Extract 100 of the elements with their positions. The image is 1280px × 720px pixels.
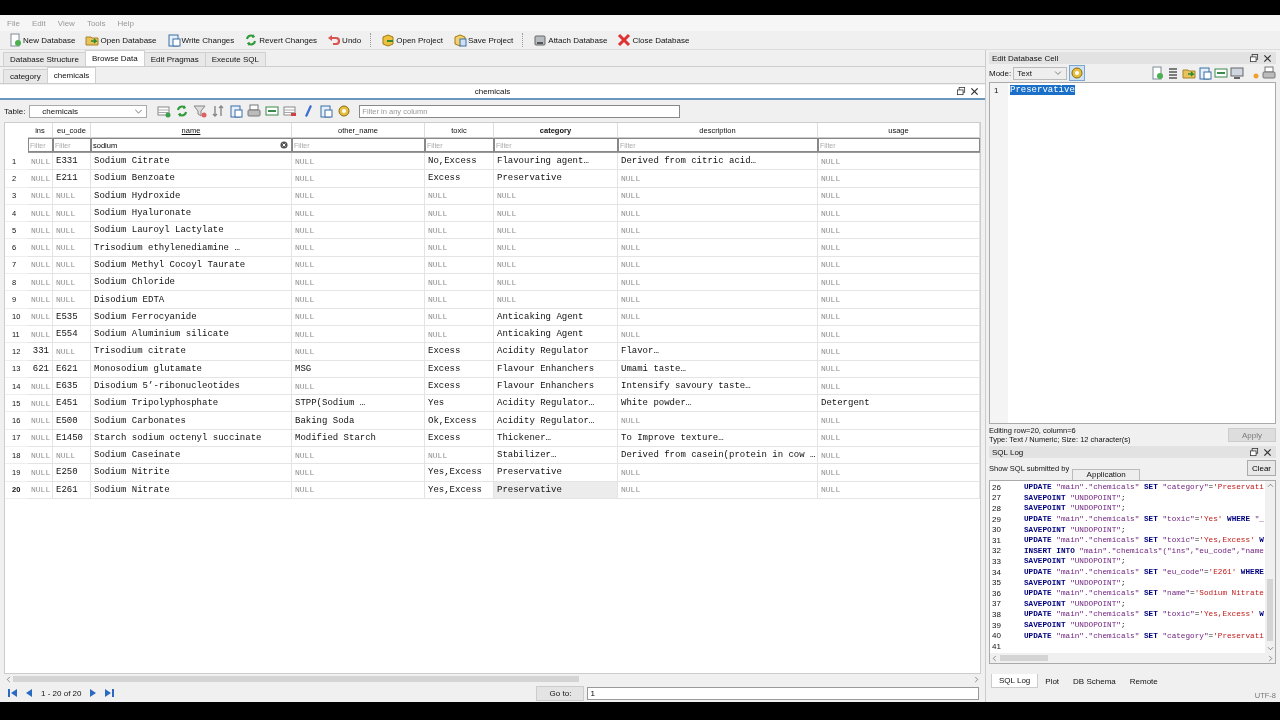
tab[interactable]: Edit Pragmas xyxy=(143,52,206,66)
toolbar-button[interactable]: Open Database xyxy=(81,33,161,47)
table-cell: NULL xyxy=(618,291,818,309)
table-cell: Excess xyxy=(425,360,494,378)
table-cell: NULL xyxy=(28,429,53,448)
table-cell: NULL xyxy=(28,187,53,205)
document-icon[interactable] xyxy=(229,104,244,118)
table-cell: Starch sodium octenyl succinate xyxy=(91,429,292,448)
table-cell: NULL xyxy=(28,170,53,188)
table-cell: Thickener… xyxy=(494,429,618,448)
clear-button[interactable]: Clear xyxy=(1246,460,1276,476)
last-page-icon[interactable] xyxy=(102,686,117,700)
table-cell: Modified Starch xyxy=(292,429,425,448)
table-cell: NULL xyxy=(292,239,425,257)
table-cell: NULL xyxy=(292,464,425,482)
table-cell: Sodium Caseinate xyxy=(91,447,292,465)
toolbar-button[interactable]: Save Project xyxy=(448,33,518,47)
mode-select[interactable]: Text xyxy=(1013,66,1068,80)
panel-title: SQL Log xyxy=(992,447,1024,457)
toolbar-button[interactable]: Revert Changes xyxy=(240,33,322,47)
scroll-left-icon xyxy=(4,674,13,684)
tab[interactable]: Database Structure xyxy=(3,52,86,66)
table-cell: NULL xyxy=(618,325,818,344)
table-cell: NULL xyxy=(53,239,91,257)
table-tab[interactable]: category xyxy=(3,69,48,83)
table-cell: Disodium EDTA xyxy=(91,291,292,309)
tab[interactable]: Browse Data xyxy=(84,50,145,66)
table-tab[interactable]: chemicals xyxy=(46,67,97,83)
restore-icon[interactable] xyxy=(1249,52,1260,64)
drive-icon xyxy=(533,33,548,47)
close-icon[interactable] xyxy=(1262,446,1273,458)
table-icon[interactable] xyxy=(157,104,172,118)
document-icon[interactable] xyxy=(1198,66,1212,80)
tab[interactable]: Plot xyxy=(1038,674,1067,688)
list-icon[interactable] xyxy=(1166,66,1180,80)
tab[interactable]: DB Schema xyxy=(1066,674,1123,688)
tab[interactable]: SQL Log xyxy=(991,674,1039,688)
table-cell: NULL xyxy=(494,274,618,292)
table-cell: E635 xyxy=(53,377,91,396)
toolbar-button[interactable]: Close Database xyxy=(613,33,694,47)
cell-editor[interactable]: 1 Preservative xyxy=(989,82,1276,424)
toolbar-button[interactable]: Open Project xyxy=(377,33,447,47)
table-cell: NULL xyxy=(28,481,53,499)
restore-icon[interactable] xyxy=(1249,446,1260,458)
table-cell: NULL xyxy=(292,256,425,275)
table-cell: Sodium Aluminium silicate xyxy=(91,325,292,344)
restore-icon[interactable] xyxy=(956,86,967,97)
tab[interactable]: Execute SQL xyxy=(204,52,266,66)
close-icon[interactable] xyxy=(1262,52,1273,64)
table-cell: Sodium Lauroyl Lactylate xyxy=(91,222,292,240)
table-cell: NULL xyxy=(494,239,618,257)
table-cell: NULL xyxy=(292,308,425,326)
table-cell: Acidity Regulator xyxy=(494,343,618,361)
goto-field[interactable]: 1 xyxy=(587,686,979,700)
table-cell: Sodium Tripolyphosphate xyxy=(91,395,292,413)
table-cell: Excess xyxy=(425,377,494,396)
goto-label: Go to: xyxy=(549,688,572,698)
table-cell: Acidity Regulator… xyxy=(494,395,618,413)
table-cell: NULL xyxy=(28,239,53,257)
tab[interactable]: Remote xyxy=(1122,674,1165,688)
table-icon[interactable] xyxy=(265,104,280,118)
toolbar-button[interactable]: New Database xyxy=(4,33,80,47)
toolbar-button[interactable]: Undo xyxy=(323,33,366,47)
table-cell: NULL xyxy=(53,204,91,223)
document-icon[interactable] xyxy=(319,104,334,118)
sort-icon[interactable] xyxy=(211,104,226,118)
table-cell: NULL xyxy=(292,481,425,499)
table-cell: NULL xyxy=(28,308,53,326)
table-cell: NULL xyxy=(425,239,494,257)
table-cell: NULL xyxy=(425,204,494,223)
table-cell: Trisodium ethylenediamine … xyxy=(91,239,292,257)
line-number: 36 xyxy=(991,588,1002,598)
table-cell: Umami taste… xyxy=(618,360,818,378)
toolbar-button[interactable]: Attach Database xyxy=(529,33,612,47)
table-icon[interactable] xyxy=(283,104,298,118)
line-number: 35 xyxy=(991,578,1002,588)
horizontal-scrollbar[interactable] xyxy=(990,653,1275,663)
clear-icon[interactable] xyxy=(279,140,289,150)
table-icon[interactable] xyxy=(1214,66,1228,80)
toolbar-button[interactable]: Write Changes xyxy=(162,33,239,47)
document-icon[interactable] xyxy=(1150,66,1164,80)
monitor-icon[interactable] xyxy=(1230,66,1244,80)
table-cell: Sodium Nitrite xyxy=(91,464,292,482)
table-cell: NULL xyxy=(28,256,53,275)
first-page-icon[interactable] xyxy=(6,686,20,700)
table-cell: E621 xyxy=(53,360,91,378)
line-number: 34 xyxy=(991,567,1002,577)
close-icon[interactable] xyxy=(969,86,980,97)
table-cell: NULL xyxy=(28,204,53,223)
table-cell: Excess xyxy=(425,170,494,188)
table-cell: NULL xyxy=(818,360,980,378)
printer-icon[interactable] xyxy=(247,104,262,118)
folder-icon[interactable] xyxy=(1182,66,1196,80)
table-cell: Intensify savoury taste… xyxy=(618,377,818,396)
table-cell: NULL xyxy=(425,187,494,205)
table-cell: E261 xyxy=(53,481,91,499)
table-select[interactable]: chemicals xyxy=(29,104,148,118)
vertical-scrollbar[interactable] xyxy=(1265,481,1275,653)
filter-icon[interactable] xyxy=(193,104,208,118)
refresh-icon[interactable] xyxy=(175,104,190,118)
